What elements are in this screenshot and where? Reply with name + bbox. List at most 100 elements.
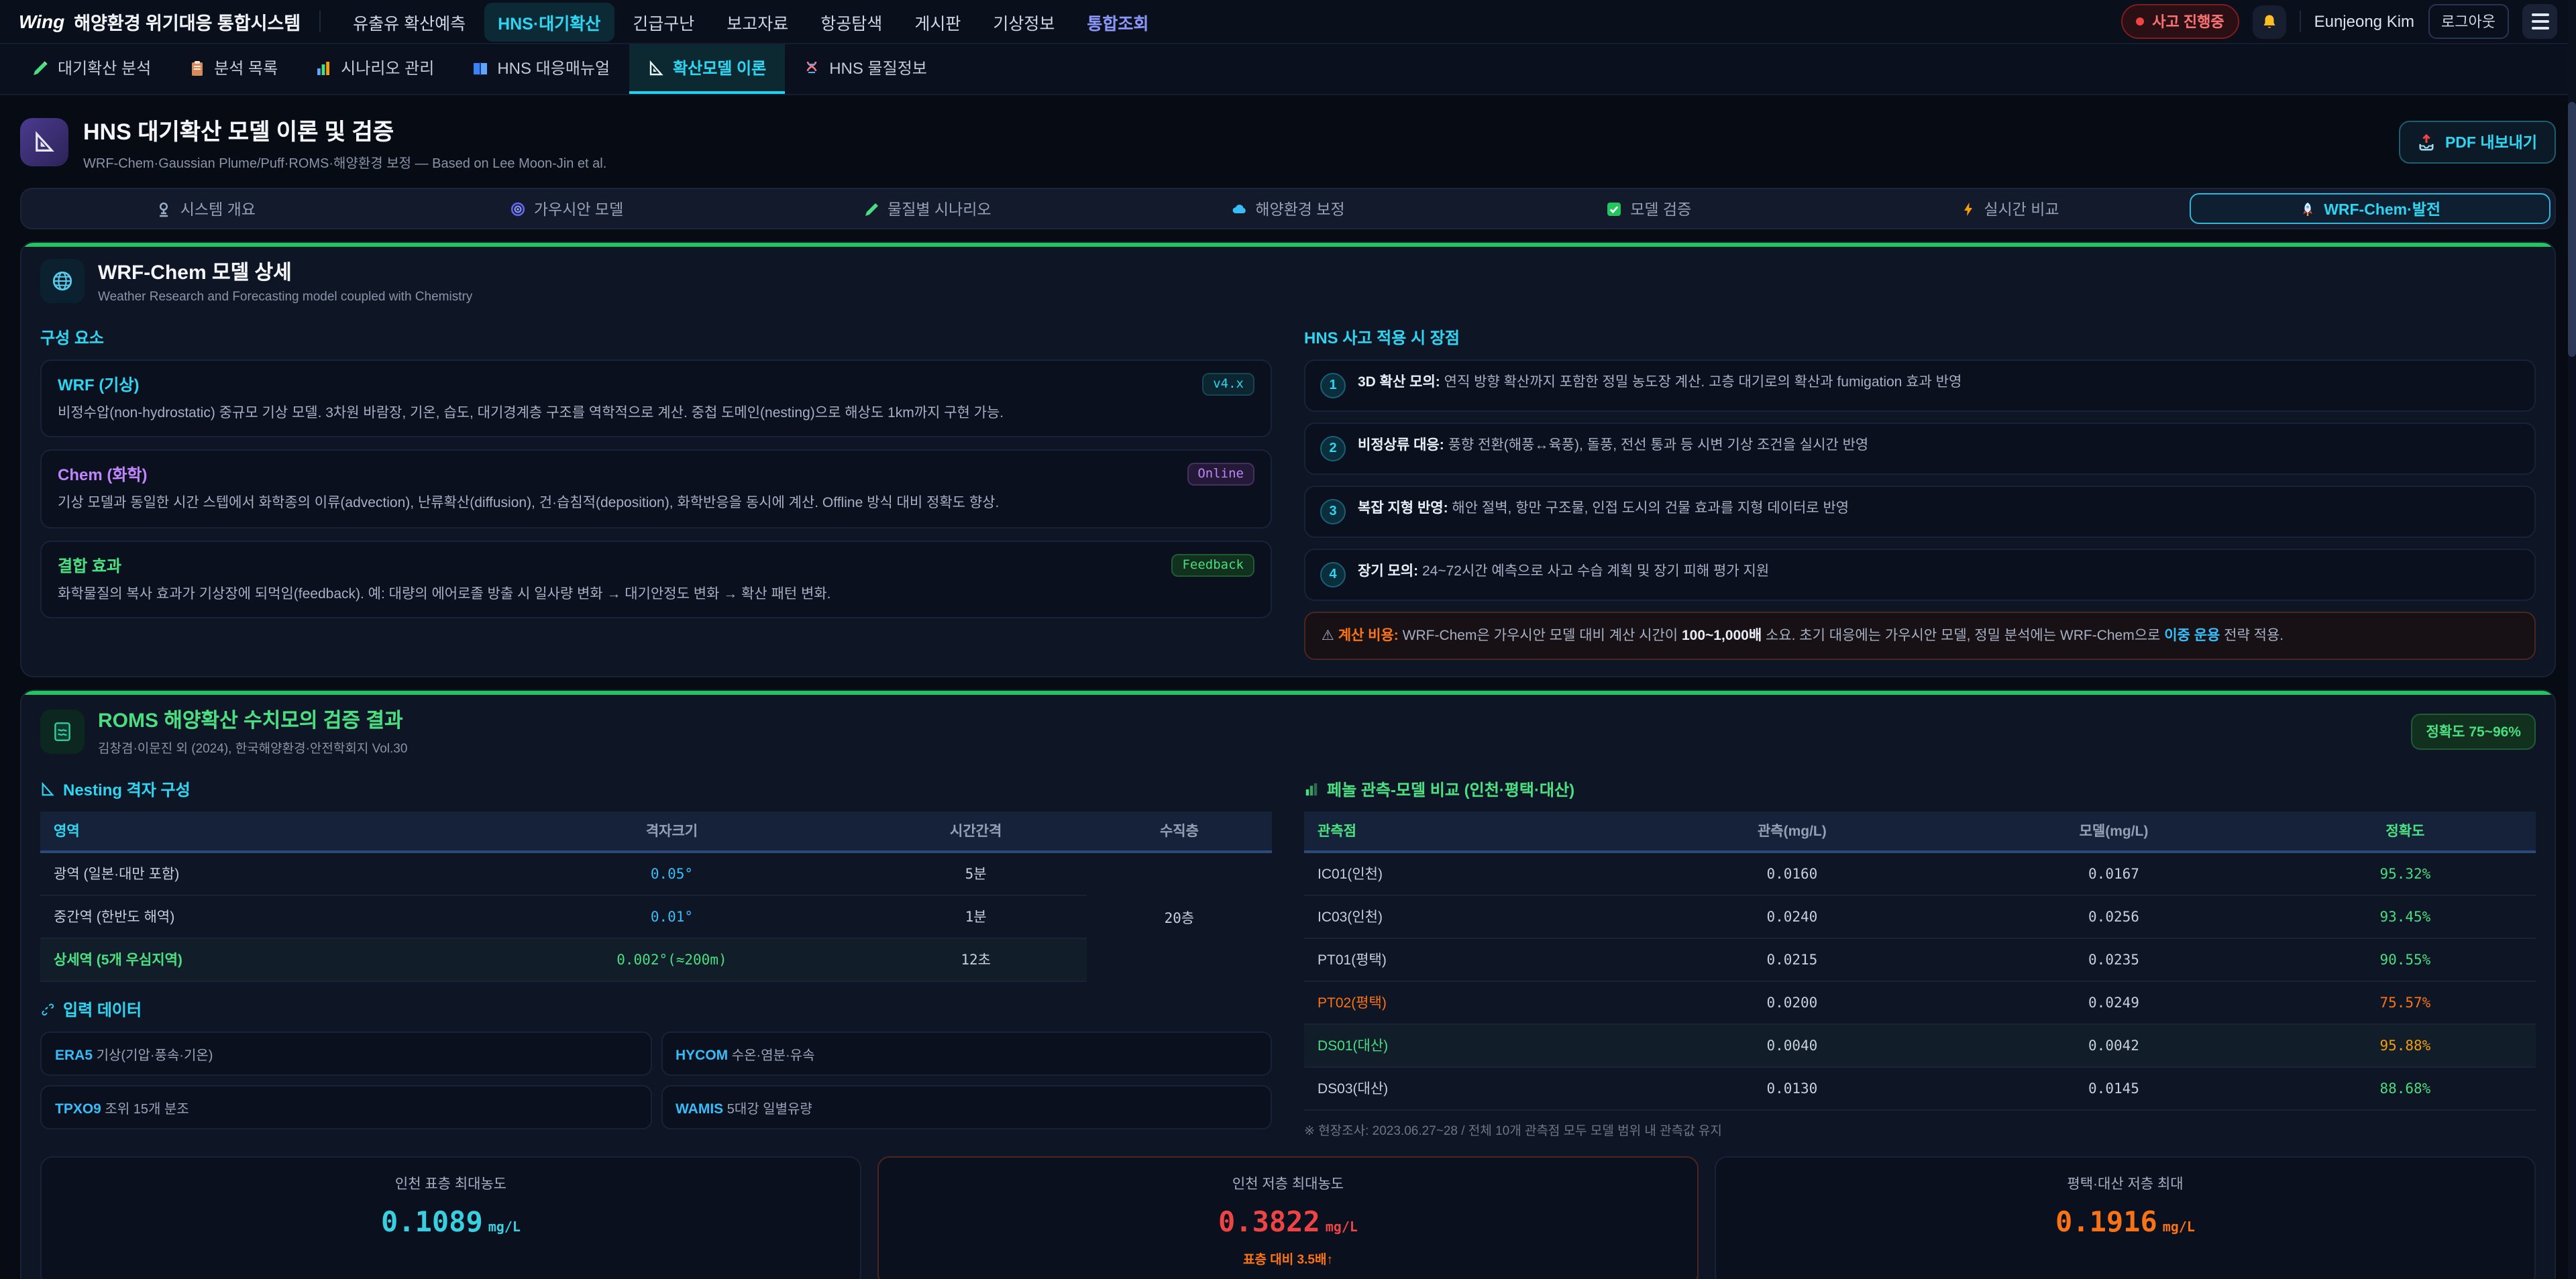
page-header: HNS 대기확산 모델 이론 및 검증 WRF-Chem·Gaussian Pl… [0, 95, 2576, 185]
ruler-triangle-icon [32, 130, 56, 154]
check-icon [1606, 201, 1622, 217]
version-badge: v4.x [1202, 373, 1254, 396]
column-header: 관측(mg/L) [1631, 812, 1953, 852]
time-step: 12초 [865, 939, 1086, 982]
comparison-column: 페놀 관측-모델 비교 (인천·평택·대산) 관측점 관측(mg/L) 모델(m… [1304, 768, 2536, 1139]
subnav-analysis-list[interactable]: 분석 목록 [170, 44, 297, 94]
tab-model-validation[interactable]: 모델 검증 [1468, 193, 1829, 224]
bar-chart-icon [1304, 783, 1319, 797]
rocket-icon [2300, 201, 2316, 217]
dna-icon [804, 60, 820, 76]
column-header: 영역 [40, 812, 479, 852]
station-id: PT01(평택) [1304, 939, 1631, 982]
nav-item-oil-spill[interactable]: 유출유 확산예측 [339, 2, 479, 41]
stat-unit: mg/L [2163, 1221, 2195, 1236]
tab-label: 가우시안 모델 [534, 198, 623, 219]
wrf-chem-section: WRF-Chem 모델 상세 Weather Research and Fore… [20, 241, 2556, 678]
notifications-button[interactable] [2253, 5, 2286, 38]
station-id: PT02(평택) [1304, 982, 1631, 1025]
table-row-highlight: DS01(대산) 0.0040 0.0042 95.88% [1304, 1025, 2536, 1068]
observed-value: 0.0040 [1631, 1025, 1953, 1068]
incident-status-badge[interactable]: 사고 진행중 [2121, 4, 2239, 39]
nav-item-aerial-search[interactable]: 항공탐색 [807, 2, 896, 41]
subnav-diffusion-model-theory[interactable]: 확산모델 이론 [629, 44, 785, 94]
observed-value: 0.0240 [1631, 896, 1953, 939]
column-header: 정확도 [2275, 812, 2536, 852]
advantage-item: 1 3D 확산 모의: 연직 방향 확산까지 포함한 정밀 농도장 계산. 고층… [1304, 359, 2536, 412]
cost-label: 계산 비용: [1338, 628, 1399, 644]
nav-item-weather[interactable]: 기상정보 [979, 2, 1068, 41]
subnav-hns-substance-info[interactable]: HNS 물질정보 [785, 44, 946, 94]
stat-value: 0.1916 [2055, 1207, 2157, 1239]
clipboard-icon [189, 60, 205, 76]
grid-size: 0.01° [479, 896, 865, 939]
content-tabs: 시스템 개요 가우시안 모델 물질별 시나리오 해양환경 보정 모델 검증 실시… [20, 188, 2556, 229]
app-logo[interactable]: Wing 해양환경 위기대응 통합시스템 [19, 8, 301, 35]
tab-system-overview[interactable]: 시스템 개요 [25, 193, 386, 224]
tab-wrf-chem-future[interactable]: WRF-Chem·발전 [2190, 193, 2551, 224]
nav-divider [2300, 11, 2301, 32]
user-name: Eunjeong Kim [2314, 12, 2414, 31]
ruler-triangle-icon [647, 60, 663, 76]
accuracy-value: 93.45% [2275, 896, 2536, 939]
subnav-label: 분석 목록 [214, 56, 278, 79]
tab-gaussian-model[interactable]: 가우시안 모델 [386, 193, 747, 224]
step-number: 3 [1320, 499, 1346, 524]
app-title: 해양환경 위기대응 통합시스템 [74, 8, 301, 35]
step-number: 2 [1320, 436, 1346, 461]
accuracy-badge: 정확도 75~96% [2412, 714, 2536, 750]
roms-section-header: ROMS 해양확산 수치모의 검증 결과 김창겸·이문진 외 (2024), 한… [40, 706, 2536, 757]
nav-item-reports[interactable]: 보고자료 [713, 2, 802, 41]
component-description: 비정수압(non-hydrostatic) 중규모 기상 모델. 3차원 바람장… [58, 402, 1254, 425]
tab-substance-scenarios[interactable]: 물질별 시나리오 [747, 193, 1108, 224]
computation-cost-note: ⚠ 계산 비용: WRF-Chem은 가우시안 모델 대비 계산 시간이 100… [1304, 612, 2536, 661]
microscope-icon [156, 201, 172, 217]
component-card-chem: Chem (화학) Online 기상 모델과 동일한 시간 스텝에서 화학종의… [40, 450, 1272, 529]
station-id: DS01(대산) [1304, 1025, 1631, 1068]
dataset-desc: 조위 15개 분조 [101, 1103, 189, 1118]
sub-navbar: 대기확산 분석 분석 목록 시나리오 관리 HNS 대응매뉴얼 확산모델 이론 … [0, 44, 2576, 95]
app-viewport: Wing 해양환경 위기대응 통합시스템 유출유 확산예측 HNS·대기확산 긴… [0, 0, 2576, 1279]
scrollbar-thumb[interactable] [2568, 102, 2576, 357]
warning-icon: ⚠ [1322, 628, 1334, 644]
nav-item-hns-atmos[interactable]: HNS·대기확산 [484, 2, 614, 41]
advantage-text: 연직 방향 확산까지 포함한 정밀 농도장 계산. 고층 대기로의 확산과 fu… [1440, 374, 1962, 390]
stat-unit: mg/L [1326, 1221, 1358, 1236]
subnav-hns-manual[interactable]: HNS 대응매뉴얼 [453, 44, 629, 94]
pdf-export-button[interactable]: PDF 내보내기 [2400, 121, 2556, 164]
page-scrollbar[interactable] [2568, 0, 2576, 1279]
wrf-section-subtitle: Weather Research and Forecasting model c… [98, 290, 472, 304]
tab-label: 실시간 비교 [1984, 198, 2059, 219]
bar-chart-icon [315, 60, 331, 76]
nav-item-rescue[interactable]: 긴급구난 [619, 2, 708, 41]
domain-name: 상세역 (5개 우심지역) [40, 939, 479, 982]
observed-value: 0.0160 [1631, 852, 1953, 896]
observed-value: 0.0215 [1631, 939, 1953, 982]
advantage-title: 장기 모의: [1358, 563, 1418, 579]
book-icon [472, 60, 488, 76]
domain-name: 광역 (일본·대만 포함) [40, 852, 479, 896]
menu-button[interactable] [2522, 4, 2557, 39]
incident-dot-icon [2136, 17, 2144, 25]
page-subtitle: WRF-Chem·Gaussian Plume/Puff·ROMS·해양환경 보… [83, 152, 606, 172]
model-value: 0.0145 [1953, 1068, 2275, 1111]
nav-item-board[interactable]: 게시판 [901, 2, 974, 41]
input-data-grid: ERA5 기상(기압·풍속·기온) HYCOM 수온·염분·유속 TPXO9 조… [40, 1032, 1272, 1130]
concentration-stats: 인천 표층 최대농도 0.1089mg/L 인천 저층 최대농도 0.3822m… [40, 1157, 2536, 1279]
page-title-block: HNS 대기확산 모델 이론 및 검증 WRF-Chem·Gaussian Pl… [83, 113, 606, 172]
subnav-atmos-analysis[interactable]: 대기확산 분석 [13, 44, 170, 94]
nav-item-integrated-search[interactable]: 통합조회 [1073, 2, 1162, 41]
dataset-desc: 수온·염분·유속 [728, 1050, 814, 1064]
logout-button[interactable]: 로그아웃 [2428, 4, 2509, 39]
subnav-scenario-management[interactable]: 시나리오 관리 [297, 44, 453, 94]
tab-marine-correction[interactable]: 해양환경 보정 [1108, 193, 1468, 224]
vortex-icon [510, 201, 526, 217]
stat-label: 평택·대산 저층 최대 [1729, 1174, 2521, 1194]
inputs-heading: 입력 데이터 [40, 999, 1272, 1021]
table-row: 광역 (일본·대만 포함) 0.05° 5분 20층 [40, 852, 1272, 896]
comparison-heading: 페놀 관측-모델 비교 (인천·평택·대산) [1304, 779, 2536, 801]
advantage-item: 2 비정상류 대응: 풍향 전환(해풍↔육풍), 돌풍, 전선 통과 등 시변 … [1304, 423, 2536, 475]
component-description: 화학물질의 복사 효과가 기상장에 되먹임(feedback). 예: 대량의 … [58, 583, 1254, 605]
tab-realtime-comparison[interactable]: 실시간 비교 [1829, 193, 2190, 224]
stat-label: 인천 저층 최대농도 [892, 1174, 1684, 1194]
